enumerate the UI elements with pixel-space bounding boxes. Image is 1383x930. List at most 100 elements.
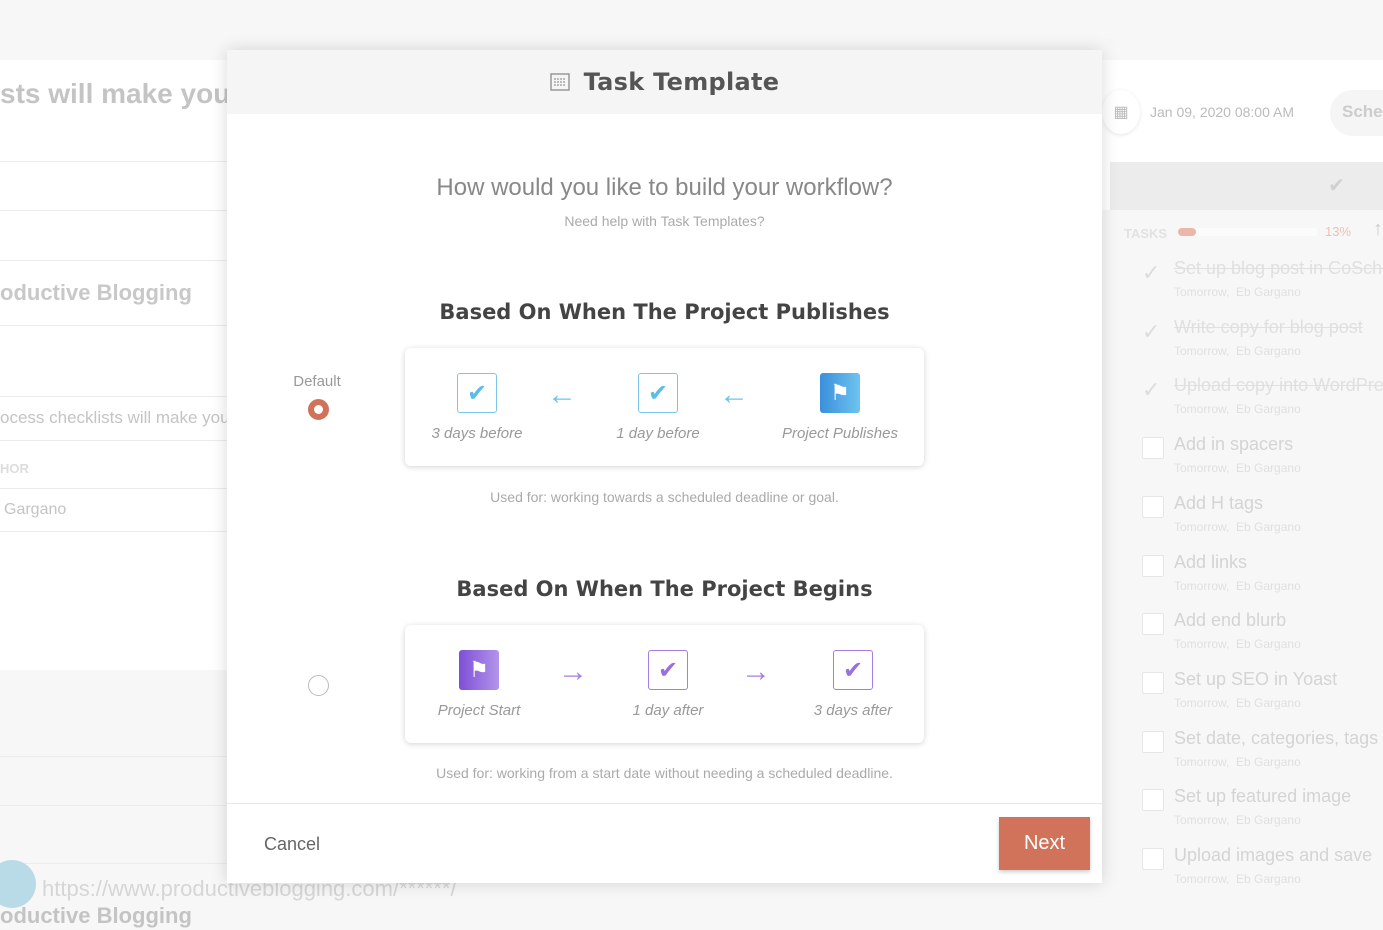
task-due: Tomorrow, bbox=[1174, 402, 1230, 417]
step-label: 1 day before bbox=[616, 425, 700, 442]
task-item[interactable]: ✓ Upload copy into WordPress Tomorrow, Eb … bbox=[1142, 375, 1383, 433]
task-title[interactable]: Upload copy into WordPress bbox=[1174, 375, 1383, 396]
option-publishes-card[interactable]: ✔ 3 days before ← ✔ 1 day before ← ⚑ Projec… bbox=[405, 348, 924, 466]
option-begins-card[interactable]: ⚑ Project Start → ✔ 1 day after → ✔ 3 days … bbox=[405, 625, 924, 743]
task-check-icon: ✔ bbox=[457, 373, 497, 413]
task-meta: Tomorrow, Eb Gargano bbox=[1174, 402, 1301, 416]
done-check-icon[interactable]: ✓ bbox=[1142, 319, 1160, 345]
task-meta: Tomorrow, Eb Gargano bbox=[1174, 344, 1301, 358]
task-assignee: Eb Gargano bbox=[1236, 872, 1301, 886]
next-button[interactable]: Next bbox=[999, 817, 1090, 870]
task-due: Tomorrow, bbox=[1174, 519, 1230, 534]
task-item[interactable]: Add links Tomorrow, Eb Gargano bbox=[1142, 552, 1383, 610]
task-title[interactable]: Add H tags bbox=[1174, 493, 1263, 514]
task-item[interactable]: Upload images and save Tomorrow, Eb Garga… bbox=[1142, 845, 1383, 903]
cancel-button[interactable]: Cancel bbox=[264, 834, 320, 855]
task-checkbox[interactable] bbox=[1142, 554, 1164, 577]
task-title[interactable]: Set up featured image bbox=[1174, 786, 1351, 807]
tasks-progress-bar bbox=[1178, 228, 1318, 236]
default-label: Default bbox=[293, 373, 341, 390]
sort-icon[interactable]: ↑ bbox=[1373, 218, 1383, 241]
description: ocess checklists will make you bbox=[0, 408, 230, 427]
task-assignee: Eb Gargano bbox=[1236, 813, 1301, 828]
task-due: Tomorrow, bbox=[1174, 578, 1230, 593]
task-meta: Tomorrow, Eb Gargano bbox=[1174, 285, 1301, 299]
complete-check-icon[interactable]: ✔ bbox=[1110, 162, 1383, 210]
task-checkbox[interactable] bbox=[1142, 613, 1164, 636]
task-template-modal: Task Template How would you like to buil… bbox=[227, 50, 1102, 883]
schedule-button[interactable]: Sche bbox=[1330, 90, 1383, 136]
task-title[interactable]: Add links bbox=[1174, 552, 1247, 573]
workflow-question: How would you like to build your workflo… bbox=[436, 174, 893, 201]
task-item[interactable]: ✓ Write copy for blog post Tomorrow, Eb Ga… bbox=[1142, 317, 1383, 375]
task-title[interactable]: Set up blog post in CoSchedule bbox=[1174, 258, 1383, 279]
task-title[interactable]: Upload images and save bbox=[1174, 845, 1372, 866]
task-assignee: Eb Gargano bbox=[1236, 695, 1301, 710]
calendar-icon[interactable]: ▦ bbox=[1102, 90, 1140, 134]
arrow-right-icon: → bbox=[741, 655, 771, 688]
flag-icon: ⚑ bbox=[459, 650, 499, 690]
done-check-icon[interactable]: ✓ bbox=[1142, 260, 1160, 286]
task-checkbox[interactable] bbox=[1142, 730, 1164, 753]
task-title[interactable]: Add end blurb bbox=[1174, 610, 1286, 631]
task-item[interactable]: Set up SEO in Yoast Tomorrow, Eb Gargano bbox=[1142, 669, 1383, 727]
task-title[interactable]: Set up SEO in Yoast bbox=[1174, 669, 1337, 690]
help-link[interactable]: Need help with Task Templates? bbox=[564, 213, 764, 229]
step-label: Project Start bbox=[437, 702, 521, 719]
task-item[interactable]: Add end blurb Tomorrow, Eb Gargano bbox=[1142, 610, 1383, 668]
task-meta: Tomorrow, Eb Gargano bbox=[1174, 579, 1301, 593]
task-due: Tomorrow, bbox=[1174, 754, 1230, 769]
task-due: Tomorrow, bbox=[1174, 813, 1230, 828]
task-check-icon: ✔ bbox=[833, 650, 873, 690]
task-due: Tomorrow, bbox=[1174, 343, 1230, 358]
task-item[interactable]: Set up featured image Tomorrow, Eb Gargan… bbox=[1142, 786, 1383, 844]
template-icon bbox=[549, 73, 570, 91]
option-publishes-radio[interactable] bbox=[308, 399, 329, 420]
task-title[interactable]: Add in spacers bbox=[1174, 434, 1293, 455]
task-item[interactable]: Add in spacers Tomorrow, Eb Gargano bbox=[1142, 434, 1383, 492]
task-assignee: Eb Gargano bbox=[1236, 285, 1301, 299]
arrow-right-icon: → bbox=[558, 655, 588, 688]
task-checkbox[interactable] bbox=[1142, 671, 1164, 694]
step-label: 3 days before bbox=[431, 425, 523, 442]
tasks-panel: ▦ Jan 09, 2020 08:00 AM Sche ✔ TASKS 13%… bbox=[1102, 60, 1383, 921]
done-check-icon[interactable]: ✓ bbox=[1142, 377, 1160, 403]
option-publishes-used-for: Used for: working towards a scheduled de… bbox=[490, 489, 839, 505]
project-title: sts will make you bbox=[0, 78, 231, 109]
arrow-left-icon: ← bbox=[547, 378, 577, 411]
task-meta: Tomorrow, Eb Gargano bbox=[1174, 520, 1301, 534]
progress-percent: 13% bbox=[1325, 224, 1352, 239]
task-checkbox[interactable] bbox=[1142, 789, 1164, 812]
task-meta: Tomorrow, Eb Gargano bbox=[1174, 696, 1301, 710]
task-assignee: Eb Gargano bbox=[1236, 637, 1301, 652]
task-assignee: Eb Gargano bbox=[1236, 519, 1301, 534]
task-title[interactable]: Write copy for blog post bbox=[1174, 317, 1363, 338]
publish-date[interactable]: Jan 09, 2020 08:00 AM bbox=[1150, 104, 1294, 120]
task-item[interactable]: Set date, categories, tags and Tomorrow, … bbox=[1142, 728, 1383, 786]
task-checkbox[interactable] bbox=[1142, 495, 1164, 518]
task-due: Tomorrow, bbox=[1174, 872, 1230, 886]
task-item[interactable]: Add H tags Tomorrow, Eb Gargano bbox=[1142, 493, 1383, 551]
modal-title: Task Template bbox=[583, 68, 780, 96]
task-assignee: Eb Gargano bbox=[1236, 343, 1301, 358]
task-meta: Tomorrow, Eb Gargano bbox=[1174, 637, 1301, 651]
task-due: Tomorrow, bbox=[1174, 695, 1230, 710]
task-meta: Tomorrow, Eb Gargano bbox=[1174, 872, 1301, 886]
task-assignee: Eb Gargano bbox=[1236, 754, 1301, 769]
blog-name: oductive Blogging bbox=[0, 280, 192, 305]
task-item[interactable]: ✓ Set up blog post in CoSchedule Tomorrow,… bbox=[1142, 258, 1383, 316]
modal-header: Task Template bbox=[227, 50, 1102, 114]
task-checkbox[interactable] bbox=[1142, 848, 1164, 870]
flag-icon: ⚑ bbox=[820, 373, 860, 413]
task-checkbox[interactable] bbox=[1142, 437, 1164, 460]
tasks-label: TASKS bbox=[1124, 226, 1168, 241]
task-due: Tomorrow, bbox=[1174, 285, 1230, 299]
task-title[interactable]: Set date, categories, tags and bbox=[1174, 728, 1383, 749]
option-publishes-heading: Based On When The Project Publishes bbox=[439, 300, 890, 324]
task-due: Tomorrow, bbox=[1174, 461, 1230, 476]
arrow-left-icon: ← bbox=[719, 378, 749, 411]
task-check-icon: ✔ bbox=[648, 650, 688, 690]
task-due: Tomorrow, bbox=[1174, 637, 1230, 652]
option-begins-radio[interactable] bbox=[308, 675, 329, 696]
author-label: HOR bbox=[0, 461, 29, 476]
